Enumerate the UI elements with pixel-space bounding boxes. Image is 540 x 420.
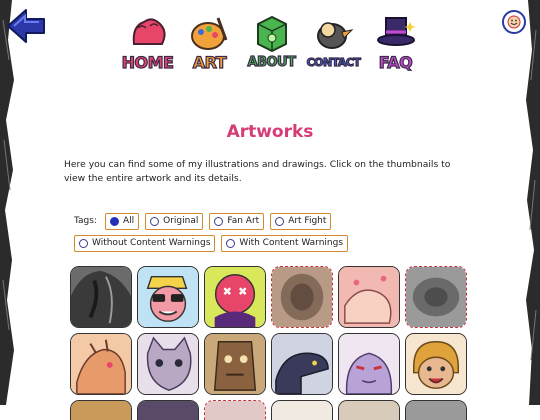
artwork-thumbnail-9[interactable] xyxy=(204,333,266,395)
artwork-thumbnail-14[interactable] xyxy=(137,400,199,420)
nav-faq[interactable]: FAQ xyxy=(366,14,425,78)
pink-skull-character-artwork xyxy=(205,267,265,327)
partial-artwork xyxy=(71,401,131,420)
tag-with-content-warnings[interactable]: With Content Warnings xyxy=(221,234,349,252)
pink-creature-artwork xyxy=(339,267,399,327)
tag-without-content-warnings[interactable]: Without Content Warnings xyxy=(74,234,216,252)
radio-icon xyxy=(79,238,88,248)
home-mascot-icon xyxy=(132,18,166,45)
radio-icon xyxy=(275,216,285,226)
site-logo-button[interactable] xyxy=(502,10,526,34)
tags-label: Tags: xyxy=(74,216,97,226)
nav-home[interactable]: HOME xyxy=(118,14,177,78)
partial-artwork xyxy=(138,401,198,420)
cat-character-artwork xyxy=(138,334,198,394)
artwork-thumbnail-13[interactable] xyxy=(70,400,132,420)
artwork-thumbnail-4[interactable] xyxy=(271,266,333,328)
torn-paper-right-edge xyxy=(526,0,540,405)
purple-character-artwork xyxy=(339,334,399,394)
nav-home-label: HOME xyxy=(121,52,175,72)
dark-figure-artwork xyxy=(71,267,131,327)
partial-artwork xyxy=(406,401,466,420)
nav-art[interactable]: ART xyxy=(180,14,239,78)
blonde-character-artwork xyxy=(406,334,466,394)
site-logo-icon xyxy=(507,15,521,29)
partial-artwork xyxy=(205,401,265,420)
tag-fan-art[interactable]: Fan Art xyxy=(209,212,265,230)
nav-contact-label: CONTACT xyxy=(306,55,362,69)
artwork-thumbnail-12[interactable] xyxy=(405,333,467,395)
artwork-thumbnail-7[interactable] xyxy=(70,333,132,395)
radio-icon xyxy=(214,216,224,226)
page-title: Artworks xyxy=(226,122,314,142)
artwork-thumbnail-5[interactable] xyxy=(338,266,400,328)
artwork-thumbnail-15[interactable] xyxy=(204,400,266,420)
contact-bird-icon xyxy=(317,22,354,49)
nav-about-label: ABOUT xyxy=(247,54,297,70)
artwork-thumbnail-1[interactable] xyxy=(70,266,132,328)
main-nav: HOME ART ABOUT CONTACT FAQ xyxy=(118,14,425,78)
artwork-thumbnail-11[interactable] xyxy=(338,333,400,395)
radio-icon xyxy=(226,238,236,248)
nav-art-label: ART xyxy=(192,52,227,72)
artwork-thumbnail-8[interactable] xyxy=(137,333,199,395)
nav-contact[interactable]: CONTACT xyxy=(304,14,363,78)
nav-faq-label: FAQ xyxy=(378,52,413,72)
dark-dragon-artwork xyxy=(272,334,332,394)
radio-icon xyxy=(150,216,160,226)
partial-artwork xyxy=(272,401,332,420)
partial-artwork xyxy=(339,401,399,420)
page-intro: Here you can find some of my illustratio… xyxy=(64,159,451,184)
blurred-artwork xyxy=(272,267,332,327)
artwork-thumbnail-16[interactable] xyxy=(271,400,333,420)
torn-paper-left-edge xyxy=(0,0,14,405)
artwork-thumbnail-6[interactable] xyxy=(405,266,467,328)
artwork-thumbnail-3[interactable] xyxy=(204,266,266,328)
wooden-creature-artwork xyxy=(205,334,265,394)
about-cube-icon xyxy=(257,15,287,52)
tag-art-fight[interactable]: Art Fight xyxy=(270,212,332,230)
back-arrow-icon[interactable] xyxy=(4,6,48,46)
tag-original[interactable]: Original xyxy=(145,212,204,230)
tag-filter: Tags: All Original Fan Art Art Fight Wit… xyxy=(74,212,474,256)
nav-about[interactable]: ABOUT xyxy=(242,14,301,78)
artwork-thumbnail-17[interactable] xyxy=(338,400,400,420)
artwork-thumbnail-10[interactable] xyxy=(271,333,333,395)
art-palette-icon xyxy=(191,17,228,50)
faq-top-hat-icon xyxy=(377,17,416,46)
sunglasses-character-artwork xyxy=(138,267,198,327)
artwork-thumbnail-18[interactable] xyxy=(405,400,467,420)
blurred-artwork xyxy=(406,267,466,327)
dragon-artwork xyxy=(71,334,131,394)
radio-selected-icon xyxy=(109,216,119,226)
artwork-thumbnail-2[interactable] xyxy=(137,266,199,328)
tag-all[interactable]: All xyxy=(104,212,140,230)
